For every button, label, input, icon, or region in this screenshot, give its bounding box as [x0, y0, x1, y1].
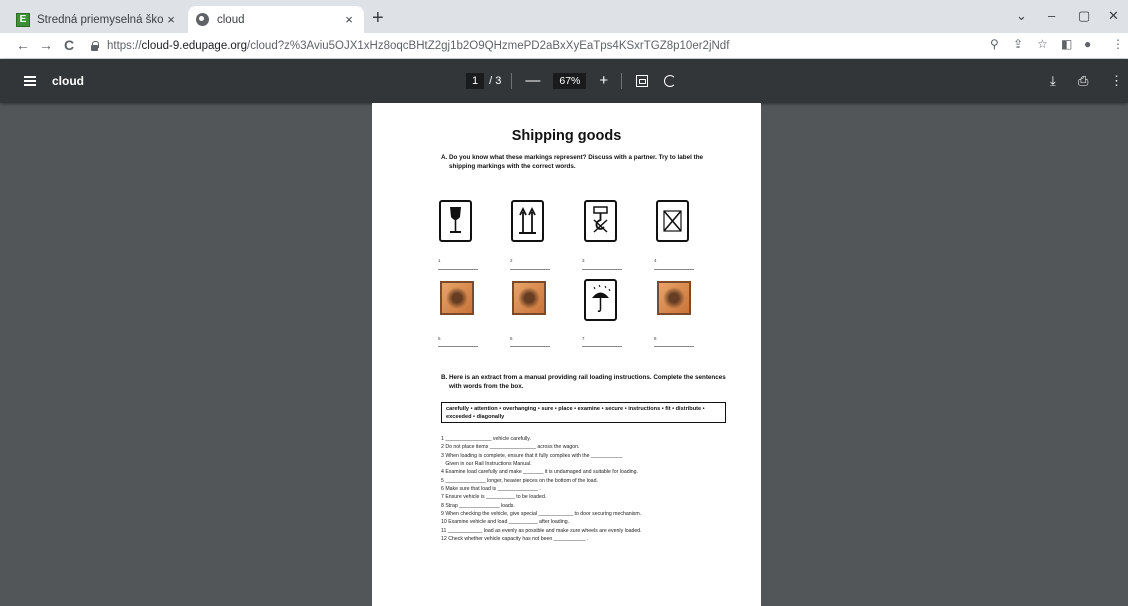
toolbar-divider — [511, 72, 513, 89]
fragile-glass-icon — [439, 200, 472, 242]
sentence: 12 Check whether vehicle capacity has no… — [441, 536, 589, 543]
sentence: 11 ____________ load as evenly as possib… — [441, 527, 642, 534]
question-text: Do you know what these markings represen… — [449, 154, 704, 170]
tab-close-button[interactable]: × — [342, 12, 356, 27]
url-host: cloud-9.edupage.org — [141, 39, 248, 52]
globe-icon — [196, 13, 209, 26]
sentence: Given in our Rail Instructions Manual. — [441, 461, 532, 468]
lock-icon[interactable] — [90, 40, 99, 51]
close-window-button[interactable]: ✕ — [1108, 8, 1119, 24]
sentence: 5 ______________ longer, heavier pieces … — [441, 477, 598, 484]
answer-line — [438, 346, 478, 347]
sentence: 6 Make sure that load is ______________ … — [441, 486, 541, 493]
sentence: 1 ________________ vehicle carefully. — [441, 436, 531, 442]
sentence: 10 Examine vehicle and load __________ a… — [441, 519, 570, 526]
label-number: 5 — [438, 336, 441, 341]
question-b: B. Here is an extract from a manual prov… — [441, 373, 731, 391]
maximize-button[interactable]: ▢ — [1078, 8, 1090, 24]
label-number: 8 — [654, 336, 657, 341]
tab-close-button[interactable]: × — [164, 12, 178, 27]
hamburger-menu-icon[interactable] — [24, 76, 36, 86]
label-number: 7 — [582, 336, 585, 341]
page-zoom-controls: 1 / 3 — 67% + — [466, 72, 677, 89]
question-number: B. — [441, 374, 448, 381]
address-bar[interactable]: https://cloud-9.edupage.org/cloud?z%3Avi… — [90, 35, 1100, 56]
url-path: /cloud?z%3Aviu5OJX1xHz8oqcBHtZ2gj1b2O9QH… — [247, 39, 730, 52]
pdf-page: Shipping goods A. Do you know what these… — [372, 103, 761, 606]
print-icon[interactable]: ⎙ — [1078, 73, 1088, 89]
bookmark-star-icon[interactable]: ☆ — [1037, 37, 1048, 51]
answer-line — [582, 269, 622, 270]
question-text: Here is an extract from a manual providi… — [449, 374, 726, 390]
answer-line — [438, 269, 478, 270]
sentence: 4 Examine load carefully and make ______… — [441, 469, 638, 476]
tab-search-button[interactable]: ⌄ — [1016, 8, 1027, 24]
no-hooks-icon — [584, 200, 617, 242]
tab-strip: E Stredná priemyselná škola inform × clo… — [0, 0, 1128, 33]
label-number: 6 — [510, 336, 513, 341]
sentence: 7 Ensure vehicle is __________ to be loa… — [441, 494, 547, 501]
tab-title: Stredná priemyselná škola inform — [37, 13, 164, 26]
profile-icon[interactable]: ● — [1084, 37, 1091, 51]
page-total: / 3 — [489, 74, 502, 87]
sentence: 8 Strap ______________ loads. — [441, 502, 515, 509]
zoom-out-button[interactable]: — — [522, 72, 543, 89]
share-icon[interactable]: ⇪ — [1013, 37, 1023, 51]
question-number: A. — [441, 154, 448, 161]
url-scheme: https:// — [107, 39, 142, 52]
sentence-list: 1 ________________ vehicle carefully. 2 … — [441, 435, 741, 543]
answer-line — [654, 346, 694, 347]
reload-button[interactable]: C — [64, 37, 74, 53]
tab-cloud[interactable]: cloud × — [188, 6, 364, 33]
label-number: 4 — [654, 258, 657, 263]
search-icon[interactable]: ⚲ — [990, 37, 999, 51]
new-tab-button[interactable]: + — [372, 8, 384, 28]
word-box: carefully • attention • overhanging • su… — [441, 402, 726, 423]
zoom-level-input[interactable]: 67% — [553, 72, 587, 89]
answer-line — [510, 346, 550, 347]
tab-edupage[interactable]: E Stredná priemyselná škola inform × — [8, 6, 186, 33]
label-number: 1 — [438, 258, 441, 263]
label-number: 2 — [510, 258, 513, 263]
explosive-icon — [440, 281, 474, 315]
do-not-stack-icon — [656, 200, 689, 242]
flammable-icon — [512, 281, 546, 315]
keep-dry-icon — [584, 279, 617, 321]
more-actions-icon[interactable]: ⋮ — [1110, 73, 1123, 89]
edupage-favicon-icon: E — [16, 12, 30, 27]
rotate-icon[interactable] — [664, 74, 677, 87]
sentence: 2 Do not place items ________________ ac… — [441, 444, 580, 451]
download-icon[interactable]: ⤓ — [1050, 73, 1056, 89]
answer-line — [654, 269, 694, 270]
forward-button[interactable]: → — [39, 37, 53, 53]
pdf-toolbar: cloud 1 / 3 — 67% + ⤓ ⎙ ⋮ — [0, 59, 1128, 103]
toxic-icon — [657, 281, 691, 315]
back-button[interactable]: ← — [16, 37, 30, 53]
answer-line — [510, 269, 550, 270]
page-title: Shipping goods — [511, 128, 622, 144]
toolbar-divider — [621, 72, 623, 89]
this-way-up-icon — [511, 200, 544, 242]
browser-menu-icon[interactable]: ⋮ — [1112, 37, 1124, 51]
tab-title: cloud — [217, 13, 245, 26]
browser-toolbar: ← → C https://cloud-9.edupage.org/cloud?… — [0, 33, 1128, 59]
zoom-in-button[interactable]: + — [596, 72, 611, 89]
page-number-input[interactable]: 1 — [466, 72, 485, 89]
minimize-button[interactable]: – — [1048, 8, 1055, 23]
side-panel-icon[interactable]: ◧ — [1061, 37, 1072, 51]
pdf-document-title: cloud — [52, 74, 84, 88]
question-a: A. Do you know what these markings repre… — [441, 153, 731, 171]
fit-to-page-icon[interactable] — [636, 74, 649, 87]
sentence: 9 When checking the vehicle, give specia… — [441, 511, 642, 518]
answer-line — [582, 346, 622, 347]
label-number: 3 — [582, 258, 585, 263]
sentence: 3 When loading is complete, ensure that … — [441, 452, 623, 459]
